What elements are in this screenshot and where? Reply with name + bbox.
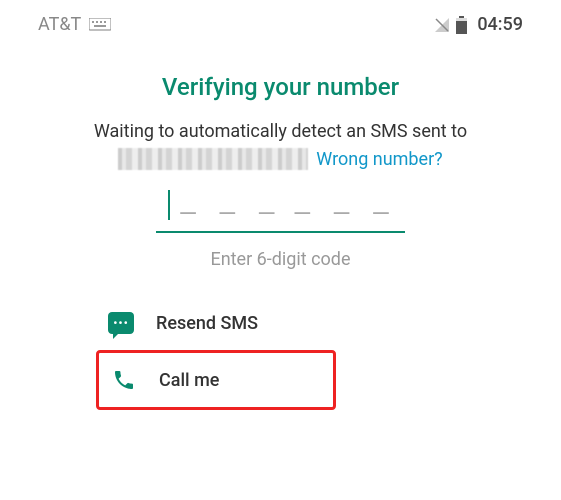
code-digits[interactable]: – – – – – – [156, 190, 405, 233]
code-group-1: – – – [180, 197, 278, 227]
resend-sms-label: Resend SMS [156, 313, 258, 334]
input-cursor [168, 190, 170, 220]
call-me-label: Call me [159, 370, 219, 391]
call-me-button[interactable]: Call me [96, 350, 336, 410]
keyboard-icon [89, 18, 111, 32]
waiting-text: Waiting to automatically detect an SMS s… [0, 121, 561, 142]
resend-sms-button[interactable]: ••• Resend SMS [96, 296, 336, 350]
carrier-label: AT&T [38, 14, 81, 35]
status-left: AT&T [38, 14, 111, 35]
battery-icon [456, 16, 467, 34]
code-group-2: – – – [295, 197, 393, 227]
sms-icon: ••• [108, 310, 134, 336]
status-time: 04:59 [477, 14, 523, 35]
no-signal-icon [434, 17, 450, 33]
wrong-number-link[interactable]: Wrong number? [316, 149, 442, 170]
status-right: 04:59 [434, 14, 523, 35]
page-title: Verifying your number [0, 73, 561, 101]
phone-row: Wrong number? [0, 148, 561, 170]
code-hint: Enter 6-digit code [210, 249, 350, 270]
redacted-phone-number [118, 148, 308, 170]
action-list: ••• Resend SMS Call me [0, 296, 561, 410]
phone-icon [111, 367, 137, 393]
code-input[interactable]: – – – – – – Enter 6-digit code [0, 190, 561, 270]
status-bar: AT&T 04:59 [0, 0, 561, 45]
